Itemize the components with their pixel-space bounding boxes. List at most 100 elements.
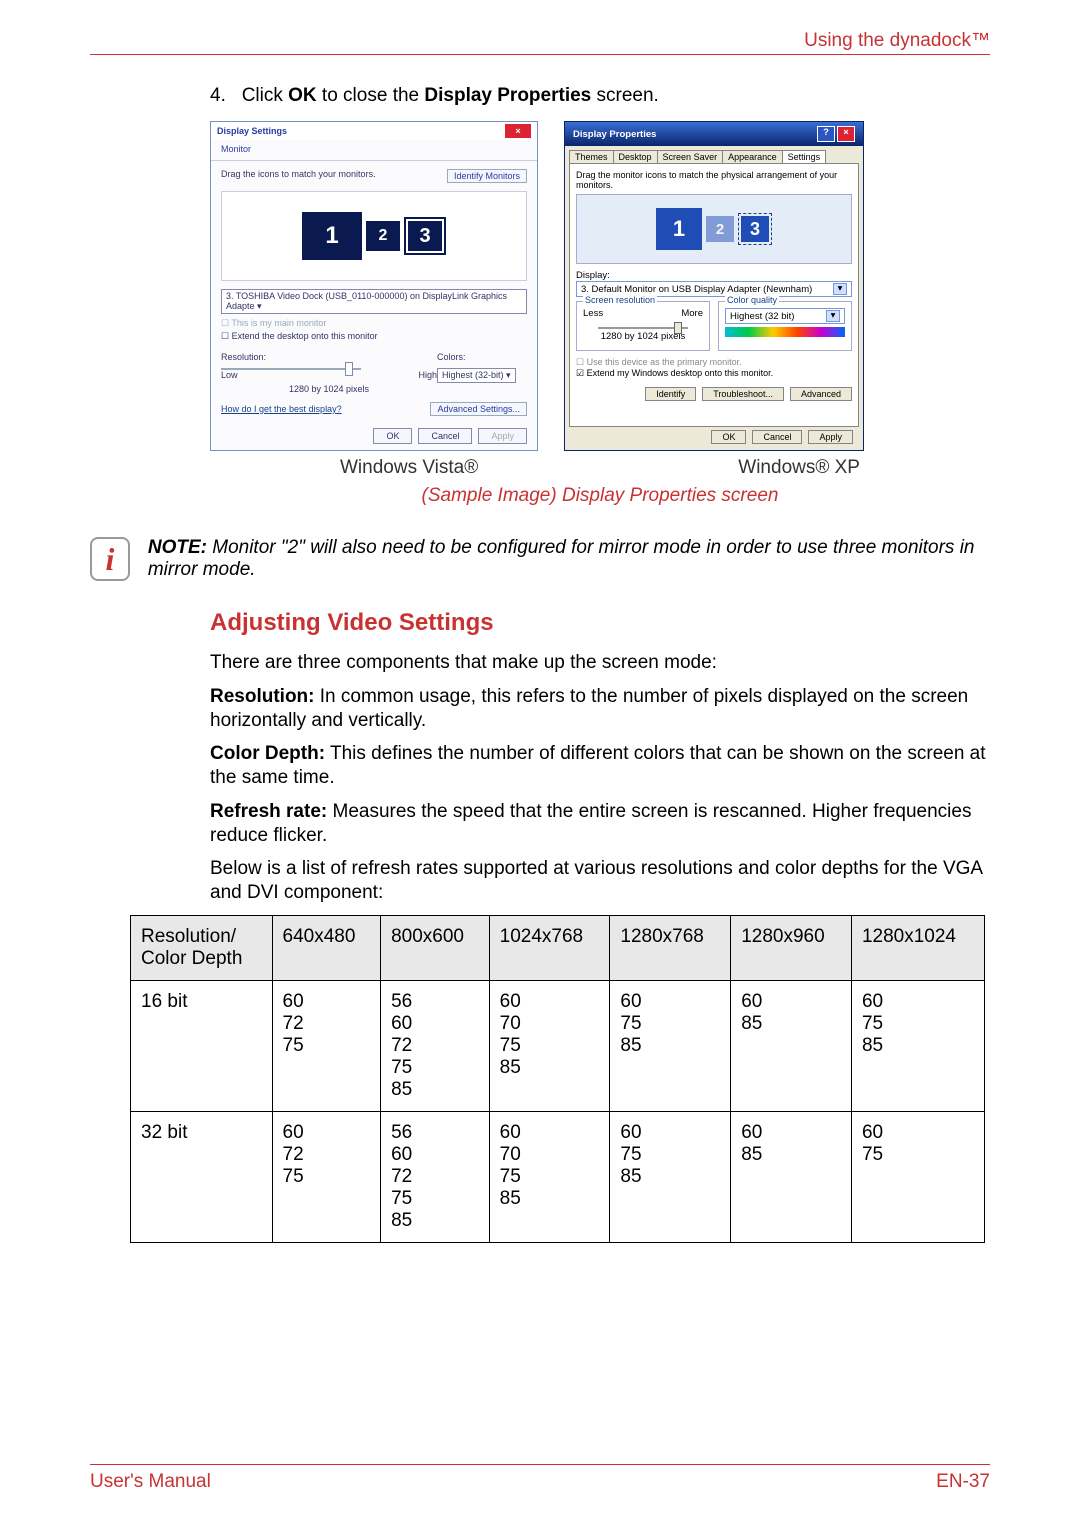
table-cell: 60 75 85 [851, 980, 984, 1111]
figures: Display Settings × Monitor Drag the icon… [210, 121, 990, 451]
xp-res-value: 1280 by 1024 pixels [583, 331, 703, 342]
step-text2: to close the [317, 85, 425, 106]
vista-cb-extend[interactable]: ☐ Extend the desktop onto this monitor [221, 331, 527, 342]
vista-title: Display Settings [217, 126, 287, 136]
apply-button[interactable]: Apply [478, 428, 527, 444]
chevron-down-icon: ▾ [833, 283, 847, 295]
vista-tab-monitor[interactable]: Monitor [211, 140, 537, 158]
help-icon[interactable]: ? [817, 126, 835, 142]
xp-drag-text: Drag the monitor icons to match the phys… [576, 170, 852, 190]
row-label: 32 bit [131, 1111, 273, 1242]
xp-monitor-area[interactable]: 1 2 3 [576, 194, 852, 264]
table-cell: 60 70 75 85 [489, 980, 610, 1111]
tab-themes[interactable]: Themes [569, 150, 614, 163]
table-cell: 60 85 [731, 980, 852, 1111]
step-bold-dp: Display Properties [424, 85, 591, 106]
header-rule [90, 54, 990, 55]
cancel-button[interactable]: Cancel [418, 428, 472, 444]
step-bold-ok: OK [288, 85, 317, 106]
ok-button[interactable]: OK [711, 430, 746, 444]
table-cell: 60 70 75 85 [489, 1111, 610, 1242]
color-bar [725, 327, 845, 337]
sample-image-caption: (Sample Image) Display Properties screen [210, 485, 990, 507]
tab-desktop[interactable]: Desktop [613, 150, 658, 163]
close-icon[interactable]: × [837, 126, 855, 142]
para-below: Below is a list of refresh rates support… [210, 857, 990, 905]
table-header: 1280x960 [731, 915, 852, 980]
xp-res-slider[interactable] [598, 327, 688, 329]
para-color-depth: Color Depth: This defines the number of … [210, 742, 990, 790]
table-row: 16 bit60 72 7556 60 72 75 8560 70 75 856… [131, 980, 985, 1111]
identify-button[interactable]: Identify [645, 387, 696, 401]
monitor-1-icon[interactable]: 1 [656, 208, 702, 250]
table-cell: 56 60 72 75 85 [381, 1111, 490, 1242]
footer-left: User's Manual [90, 1471, 211, 1493]
xp-cq-select[interactable]: Highest (32 bit)▾ [725, 308, 845, 324]
cancel-button[interactable]: Cancel [752, 430, 802, 444]
refresh-rate-table: Resolution/ Color Depth640x480800x600102… [130, 915, 985, 1243]
vista-colors-select[interactable]: Highest (32-bit) ▾ [437, 368, 516, 383]
para-refresh-rate: Refresh rate: Measures the speed that th… [210, 800, 990, 848]
table-header: 640x480 [272, 915, 381, 980]
xp-cb-extend[interactable]: ☑ Extend my Windows desktop onto this mo… [576, 368, 852, 379]
xp-title: Display Properties [573, 129, 656, 140]
close-icon[interactable]: × [505, 124, 531, 138]
table-row: 32 bit60 72 7556 60 72 75 8560 70 75 856… [131, 1111, 985, 1242]
tab-screensaver[interactable]: Screen Saver [657, 150, 724, 163]
monitor-1-icon[interactable]: 1 [302, 212, 362, 260]
identify-monitors-button[interactable]: Identify Monitors [447, 169, 527, 183]
apply-button[interactable]: Apply [808, 430, 853, 444]
ok-button[interactable]: OK [373, 428, 412, 444]
vista-cb-main[interactable]: ☐ This is my main monitor [221, 318, 527, 329]
table-cell: 60 75 85 [610, 1111, 731, 1242]
table-header: Resolution/ Color Depth [131, 915, 273, 980]
vista-res-value: 1280 by 1024 pixels [221, 384, 437, 394]
advanced-button[interactable]: Advanced [790, 387, 852, 401]
xp-res-label: Screen resolution [583, 295, 657, 305]
step-4: 4. Click OK to close the Display Propert… [210, 85, 990, 107]
step-text: Click [242, 85, 288, 106]
troubleshoot-button[interactable]: Troubleshoot... [702, 387, 784, 401]
tab-appearance[interactable]: Appearance [722, 150, 783, 163]
table-cell: 60 72 75 [272, 980, 381, 1111]
note-label: NOTE: [148, 537, 207, 558]
xp-cb-primary[interactable]: ☐ Use this device as the primary monitor… [576, 357, 852, 368]
tab-settings[interactable]: Settings [782, 150, 827, 163]
table-cell: 60 75 85 [610, 980, 731, 1111]
vista-arrange-text: Drag the icons to match your monitors. [221, 169, 376, 183]
caption-vista: Windows Vista® [340, 457, 478, 479]
vista-res-slider[interactable] [221, 368, 361, 370]
section-heading: Adjusting Video Settings [210, 609, 990, 637]
xp-tabs: Themes Desktop Screen Saver Appearance S… [565, 146, 863, 163]
step-text3: screen. [591, 85, 659, 106]
vista-device-select[interactable]: 3. TOSHIBA Video Dock (USB_0110-000000) … [221, 289, 527, 314]
xp-window: Display Properties ? × Themes Desktop Sc… [564, 121, 864, 451]
xp-display-label: Display: [576, 270, 852, 281]
note-body: Monitor "2" will also need to be configu… [148, 537, 975, 580]
vista-help-link[interactable]: How do I get the best display? [221, 404, 342, 414]
table-header: 1280x1024 [851, 915, 984, 980]
monitor-3-icon[interactable]: 3 [408, 221, 442, 251]
chevron-down-icon: ▾ [826, 310, 840, 322]
monitor-2-icon[interactable]: 2 [706, 216, 734, 242]
vista-monitor-area[interactable]: 1 2 3 [221, 191, 527, 281]
monitor-3-icon[interactable]: 3 [741, 216, 769, 242]
advanced-settings-button[interactable]: Advanced Settings... [430, 402, 527, 416]
vista-colors-label: Colors: [437, 352, 527, 362]
footer-right: EN-37 [936, 1471, 990, 1493]
para-resolution: Resolution: In common usage, this refers… [210, 685, 990, 733]
table-cell: 60 75 [851, 1111, 984, 1242]
table-header: 1024x768 [489, 915, 610, 980]
row-label: 16 bit [131, 980, 273, 1111]
monitor-2-icon[interactable]: 2 [366, 221, 400, 251]
note-text: NOTE: Monitor "2" will also need to be c… [148, 537, 990, 581]
vista-window: Display Settings × Monitor Drag the icon… [210, 121, 538, 451]
page-footer: User's Manual EN-37 [90, 1464, 990, 1493]
table-cell: 60 72 75 [272, 1111, 381, 1242]
table-cell: 60 85 [731, 1111, 852, 1242]
para-intro: There are three components that make up … [210, 651, 990, 675]
vista-res-label: Resolution: [221, 352, 437, 362]
page-section-label: Using the dynadock™ [90, 30, 990, 52]
xp-cq-label: Color quality [725, 295, 779, 305]
caption-xp: Windows® XP [738, 457, 860, 479]
